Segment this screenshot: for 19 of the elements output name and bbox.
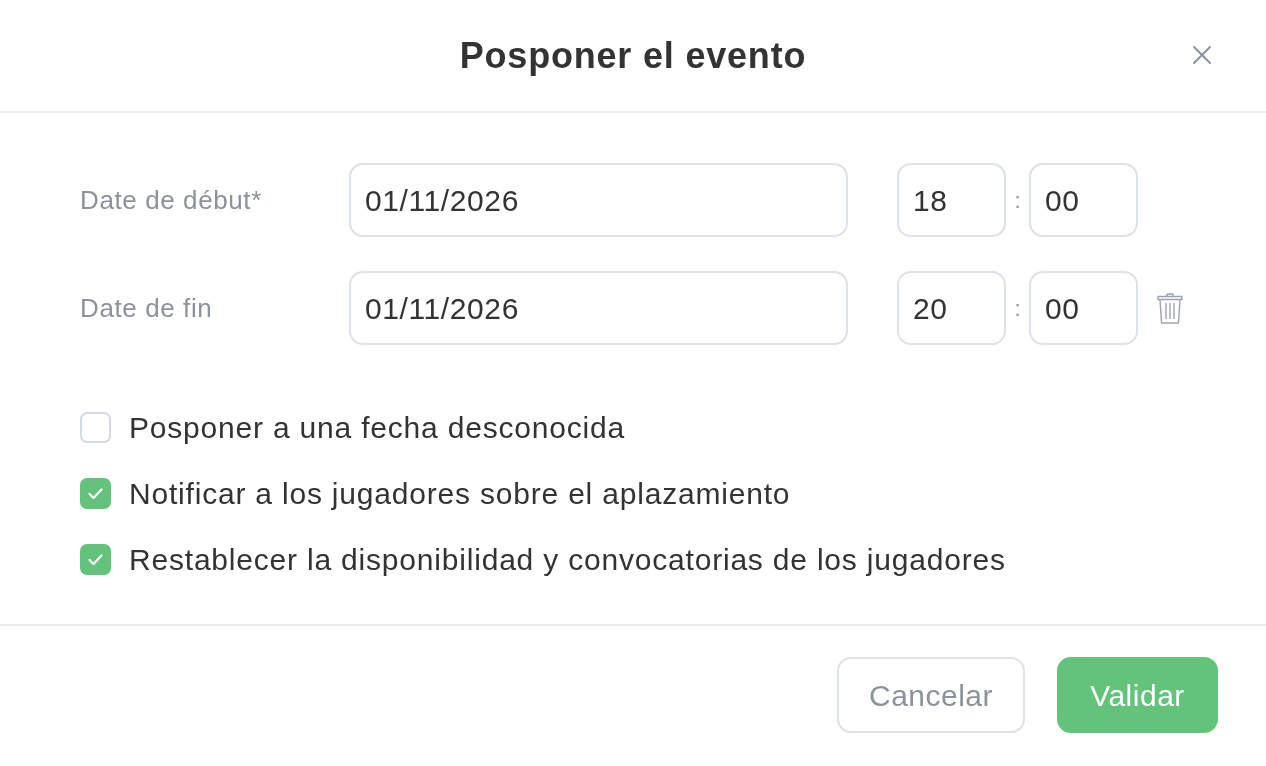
checkbox-icon[interactable] <box>80 411 111 443</box>
hour-input[interactable]: 18 <box>897 163 1006 237</box>
date-input[interactable]: 01/11/2026 <box>349 271 848 345</box>
time-separator: : <box>1013 294 1022 323</box>
checkbox-checked-icon[interactable] <box>80 477 111 509</box>
checkbox-checked-icon[interactable] <box>80 543 111 575</box>
checkbox-label: Posponer a una fecha desconocida <box>129 409 625 446</box>
date-input[interactable]: 01/11/2026 <box>349 163 848 237</box>
checkbox-label: Restablecer la disponibilidad y convocatorias de los jugadores <box>129 541 1006 578</box>
time-separator: : <box>1013 186 1022 215</box>
field-label: Date de fin <box>80 291 214 325</box>
minute-input[interactable]: 00 <box>1029 163 1138 237</box>
hour-input[interactable]: 20 <box>897 271 1006 345</box>
minute-input[interactable]: 00 <box>1029 271 1138 345</box>
checkbox-label: Notificar a los jugadores sobre el aplazamiento <box>129 475 791 512</box>
field-label: Date de début* <box>80 183 263 217</box>
dialog-title: Posponer el evento <box>459 33 807 78</box>
trash-icon[interactable] <box>1157 292 1183 324</box>
close-icon[interactable] <box>1192 45 1212 65</box>
